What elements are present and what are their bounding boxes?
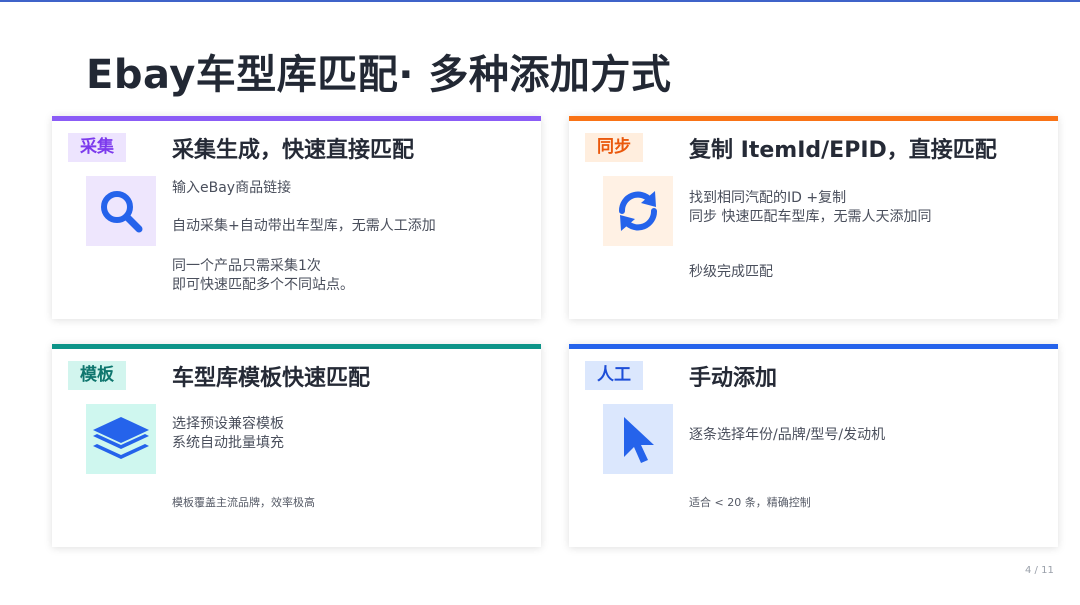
card-text-line: 适合 < 20 条，精确控制 (689, 496, 811, 509)
card-tag: 人工 (585, 361, 643, 390)
card-text-line: 同步 快速匹配车型库，无需人天添加同 (689, 209, 932, 225)
card-accent-bar (52, 116, 541, 121)
card-text-line: 找到相同汽配的ID +复制 (689, 190, 847, 206)
card-text-line: 同一个产品只需采集1次 (172, 258, 321, 274)
card-title: 车型库模板快速匹配 (172, 366, 371, 391)
cursor-icon (603, 404, 673, 474)
card-text-line: 输入eBay商品链接 (172, 180, 292, 196)
card-tag: 同步 (585, 133, 643, 162)
card-title: 手动添加 (689, 366, 778, 391)
layers-icon (86, 404, 156, 474)
card-text-line: 逐条选择年份/品牌/型号/发动机 (689, 427, 886, 443)
slide-title: Ebay车型库匹配· 多种添加方式 (86, 52, 672, 98)
card-accent-bar (569, 344, 1058, 349)
card-template: 模板 车型库模板快速匹配 选择预设兼容模板 系统自动批量填充 模板覆盖主流品牌，… (52, 344, 541, 547)
card-text-line: 模板覆盖主流品牌，效率极高 (172, 496, 315, 509)
card-collect: 采集 采集生成，快速直接匹配 输入eBay商品链接 自动采集+自动带出车型库，无… (52, 116, 541, 319)
card-accent-bar (569, 116, 1058, 121)
card-text-line: 秒级完成匹配 (689, 264, 773, 280)
card-sync: 同步 复制 ItemId/EPID，直接匹配 找到相同汽配的ID +复制 同步 … (569, 116, 1058, 319)
search-icon (86, 176, 156, 246)
card-text-line: 自动采集+自动带出车型库，无需人工添加 (172, 218, 436, 234)
card-title: 采集生成，快速直接匹配 (172, 138, 415, 163)
card-text-line: 选择预设兼容模板 (172, 416, 284, 432)
card-text-line: 即可快速匹配多个不同站点。 (172, 277, 354, 293)
card-accent-bar (52, 344, 541, 349)
card-title: 复制 ItemId/EPID，直接匹配 (689, 138, 997, 163)
sync-icon (603, 176, 673, 246)
page-number: 4 / 11 (1025, 565, 1054, 576)
card-text-line: 系统自动批量填充 (172, 435, 284, 451)
card-tag: 采集 (68, 133, 126, 162)
top-rule (0, 0, 1080, 2)
card-tag: 模板 (68, 361, 126, 390)
card-manual: 人工 手动添加 逐条选择年份/品牌/型号/发动机 适合 < 20 条，精确控制 (569, 344, 1058, 547)
